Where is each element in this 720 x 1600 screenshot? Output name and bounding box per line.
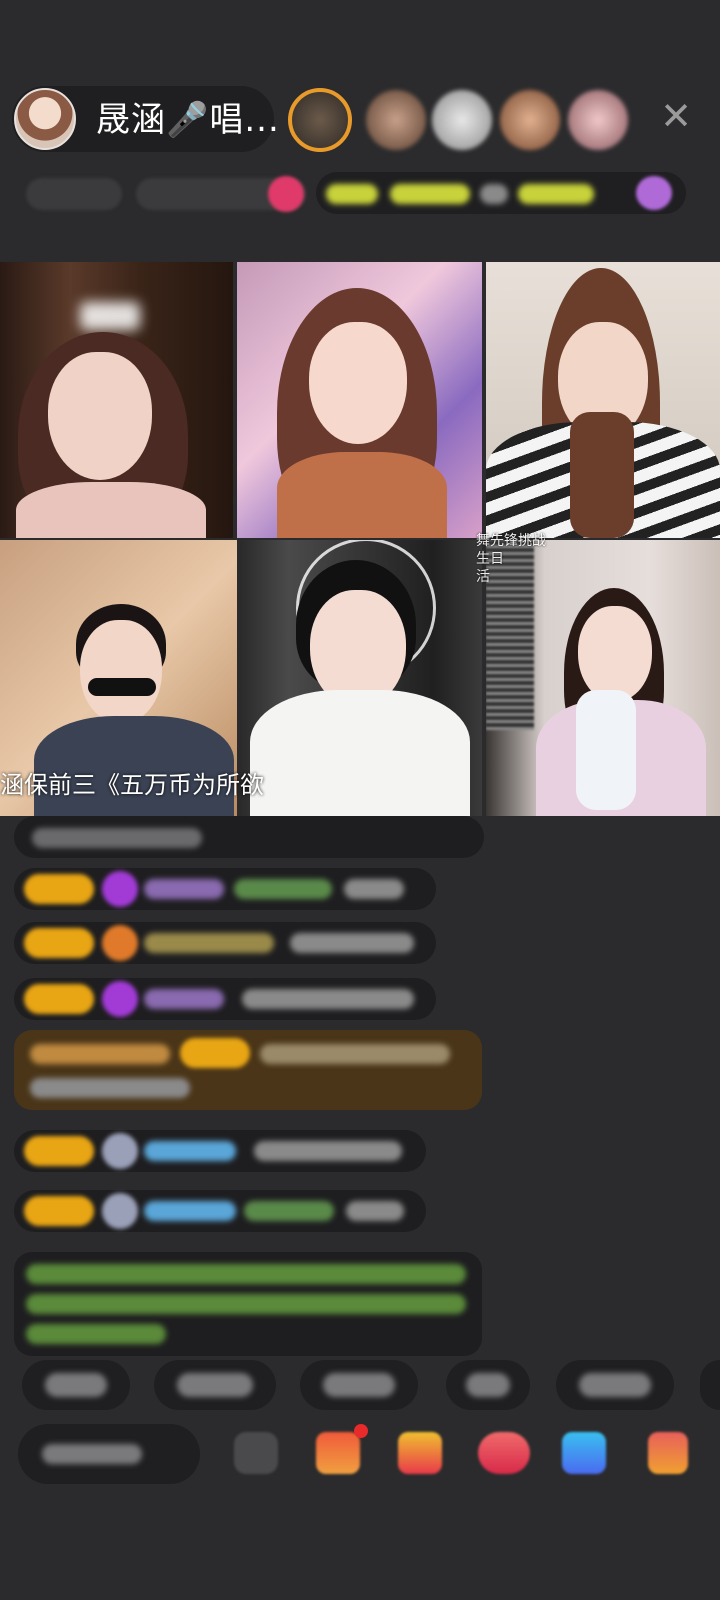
viewer-avatar-top1[interactable] [288, 88, 352, 152]
lucky-bag-icon[interactable] [478, 1432, 530, 1474]
activity-tag [390, 184, 470, 204]
video-tile-1[interactable] [0, 262, 233, 538]
chat-message[interactable] [14, 816, 484, 858]
quick-reply-chip[interactable] [556, 1360, 674, 1410]
quick-reply-chip[interactable] [446, 1360, 530, 1410]
marquee-banner: 涵保前三《五万币为所欲 [0, 771, 264, 799]
quick-reply-chip[interactable] [700, 1360, 720, 1410]
viewer-avatar[interactable] [366, 90, 426, 150]
quick-reply-chip[interactable] [300, 1360, 418, 1410]
comment-input[interactable] [18, 1424, 200, 1484]
close-icon[interactable]: ✕ [658, 96, 694, 136]
viewer-avatar[interactable] [432, 90, 492, 150]
follow-icon[interactable] [268, 176, 304, 212]
viewer-avatar[interactable] [500, 90, 560, 150]
tile-corner-text: 舞先锋挑战 生日 活 [476, 533, 546, 585]
host-name[interactable]: 晟涵🎤唱... [96, 98, 280, 142]
chat-message[interactable] [14, 1130, 426, 1172]
video-tile-3[interactable] [486, 262, 720, 538]
quick-reply-chip[interactable] [154, 1360, 276, 1410]
chat-message-highlight[interactable] [14, 1030, 482, 1110]
red-envelope-icon[interactable] [398, 1432, 442, 1474]
quick-reply-chip[interactable] [22, 1360, 130, 1410]
activity-tag [326, 184, 378, 204]
gift-wall-icon[interactable] [636, 176, 672, 210]
chat-message[interactable] [14, 922, 436, 964]
chat-message[interactable] [14, 868, 436, 910]
rank-chip[interactable] [26, 178, 122, 210]
viewer-avatar[interactable] [568, 90, 628, 150]
host-avatar[interactable] [14, 88, 76, 150]
system-notice [14, 1252, 482, 1356]
notification-dot [354, 1424, 368, 1438]
share-icon[interactable] [648, 1432, 688, 1474]
chat-message[interactable] [14, 978, 436, 1020]
more-icon[interactable] [234, 1432, 278, 1474]
gift-box-icon[interactable] [316, 1432, 360, 1474]
video-tile-2[interactable] [237, 262, 482, 538]
activity-tag [480, 184, 508, 204]
activity-tag [518, 184, 594, 204]
chat-message[interactable] [14, 1190, 426, 1232]
game-icon[interactable] [562, 1432, 606, 1474]
